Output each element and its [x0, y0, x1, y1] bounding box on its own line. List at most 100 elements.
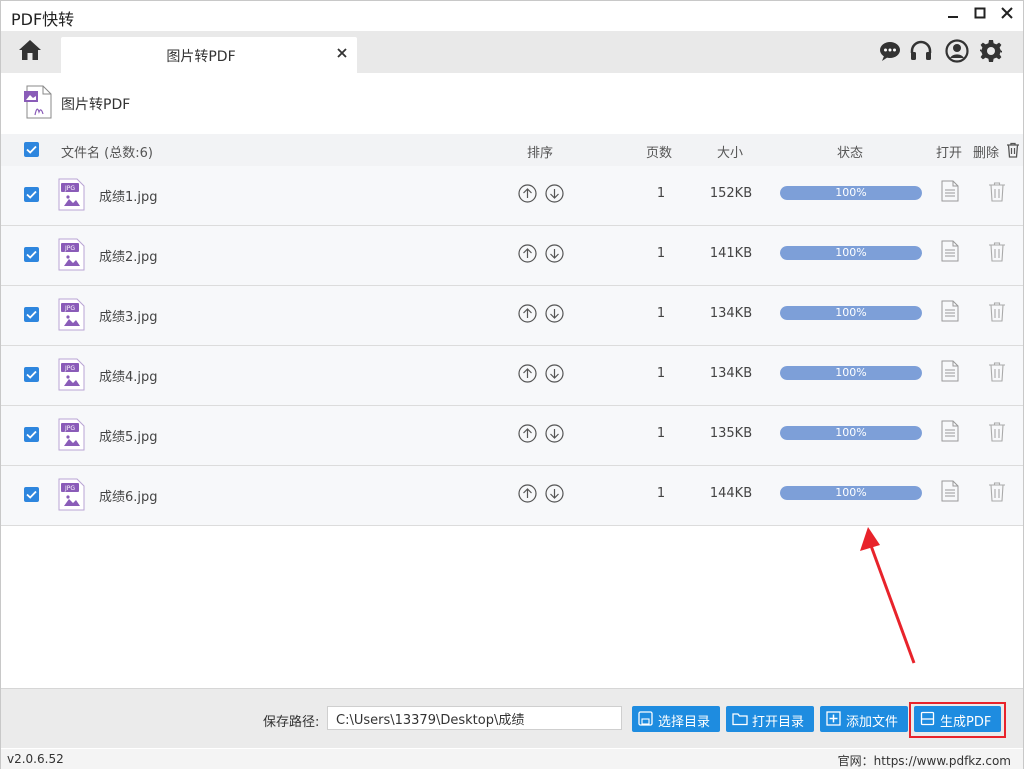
table-header: 文件名 (总数:6) 排序 页数 大小 状态 打开 删除 [1, 134, 1023, 166]
add-file-button[interactable]: 添加文件 [820, 706, 908, 732]
move-down-button[interactable] [545, 184, 564, 203]
page-title: 图片转PDF [61, 97, 131, 113]
arrow-up-circle-icon [518, 484, 537, 503]
move-up-button[interactable] [518, 484, 537, 503]
column-header-delete: 删除 [973, 146, 1000, 161]
move-down-button[interactable] [545, 484, 564, 503]
page-count: 1 [656, 246, 666, 261]
open-file-button[interactable] [941, 240, 959, 262]
trash-icon [1007, 142, 1019, 158]
file-name: 成绩5.jpg [99, 430, 158, 445]
close-icon [337, 48, 347, 58]
checkmark-icon [26, 490, 37, 499]
page-count: 1 [656, 366, 666, 381]
table-row: JPG 成绩1.jpg 1 152KB 100% [1, 166, 1023, 226]
file-size: 135KB [709, 426, 753, 441]
delete-file-button[interactable] [988, 361, 1006, 383]
save-path-label: 保存路径: [263, 715, 320, 730]
trash-icon [989, 242, 1005, 262]
open-file-button[interactable] [941, 300, 959, 322]
status-bar: v2.0.6.52 官网：https://www.pdfkz.com [1, 749, 1023, 769]
progress-bar: 100% [780, 426, 922, 440]
page-count: 1 [656, 426, 666, 441]
trash-icon [989, 422, 1005, 442]
select-all-checkbox[interactable] [24, 142, 39, 157]
open-directory-button[interactable]: 打开目录 [726, 706, 814, 732]
image-pdf-icon [24, 85, 52, 119]
move-down-button[interactable] [545, 424, 564, 443]
headset-icon[interactable] [909, 39, 933, 63]
select-directory-label: 选择目录 [658, 715, 711, 730]
version-label: v2.0.6.52 [7, 752, 64, 766]
gear-icon[interactable] [979, 39, 1003, 63]
progress-bar: 100% [780, 486, 922, 500]
table-row: JPG 成绩4.jpg 1 134KB 100% [1, 346, 1023, 406]
delete-file-button[interactable] [988, 301, 1006, 323]
row-checkbox[interactable] [24, 247, 39, 262]
add-file-label: 添加文件 [846, 715, 899, 730]
delete-file-button[interactable] [988, 481, 1006, 503]
row-checkbox[interactable] [24, 487, 39, 502]
move-down-button[interactable] [545, 244, 564, 263]
move-up-button[interactable] [518, 424, 537, 443]
tab-image-to-pdf[interactable]: 图片转PDF [61, 37, 357, 73]
move-down-button[interactable] [545, 364, 564, 383]
tab-close-button[interactable] [333, 44, 351, 62]
progress-label: 100% [835, 306, 867, 319]
move-up-button[interactable] [518, 364, 537, 383]
chat-icon[interactable] [878, 39, 902, 63]
row-checkbox[interactable] [24, 187, 39, 202]
checkmark-icon [26, 370, 37, 379]
delete-all-button[interactable] [1006, 142, 1020, 158]
file-size: 152KB [709, 186, 753, 201]
website-link[interactable]: 官网：https://www.pdfkz.com [838, 752, 1011, 769]
maximize-icon [974, 7, 986, 19]
move-down-button[interactable] [545, 304, 564, 323]
delete-file-button[interactable] [988, 241, 1006, 263]
open-file-button[interactable] [941, 360, 959, 382]
plus-square-icon [826, 711, 841, 726]
close-window-button[interactable] [995, 5, 1019, 25]
checkmark-icon [26, 430, 37, 439]
open-file-button[interactable] [941, 480, 959, 502]
column-header-sort: 排序 [527, 146, 554, 161]
progress-bar: 100% [780, 246, 922, 260]
row-checkbox[interactable] [24, 367, 39, 382]
row-checkbox[interactable] [24, 427, 39, 442]
app-title: PDF快转 [11, 10, 75, 29]
close-icon [1001, 7, 1013, 19]
minimize-button[interactable] [941, 5, 965, 25]
trash-icon [989, 182, 1005, 202]
open-file-button[interactable] [941, 420, 959, 442]
jpg-file-icon: JPG [58, 238, 85, 271]
jpg-file-icon: JPG [58, 358, 85, 391]
open-file-button[interactable] [941, 180, 959, 202]
document-icon [941, 240, 959, 262]
svg-text:JPG: JPG [64, 425, 75, 432]
delete-file-button[interactable] [988, 181, 1006, 203]
table-row: JPG 成绩3.jpg 1 134KB 100% [1, 286, 1023, 346]
move-up-button[interactable] [518, 244, 537, 263]
maximize-button[interactable] [968, 5, 992, 25]
save-path-input[interactable] [327, 706, 622, 730]
arrow-up-circle-icon [518, 184, 537, 203]
generate-pdf-button[interactable]: 生成PDF [914, 706, 1001, 732]
move-up-button[interactable] [518, 184, 537, 203]
row-checkbox[interactable] [24, 307, 39, 322]
file-size: 144KB [709, 486, 753, 501]
svg-text:JPG: JPG [64, 485, 75, 492]
delete-file-button[interactable] [988, 421, 1006, 443]
open-directory-label: 打开目录 [752, 715, 805, 730]
user-icon[interactable] [945, 39, 969, 63]
move-up-button[interactable] [518, 304, 537, 323]
column-header-pages: 页数 [646, 146, 673, 161]
checkmark-icon [26, 190, 37, 199]
home-button[interactable] [17, 38, 43, 64]
app-window: PDF快转 图片转PDF 图片转PDF 文件名 (总数:6) 排序 页数 大小 … [0, 0, 1024, 769]
progress-label: 100% [835, 186, 867, 199]
arrow-down-circle-icon [545, 304, 564, 323]
select-directory-button[interactable]: 选择目录 [632, 706, 720, 732]
folder-icon [732, 713, 748, 726]
minimize-icon [948, 16, 958, 18]
file-name: 成绩2.jpg [99, 250, 158, 265]
